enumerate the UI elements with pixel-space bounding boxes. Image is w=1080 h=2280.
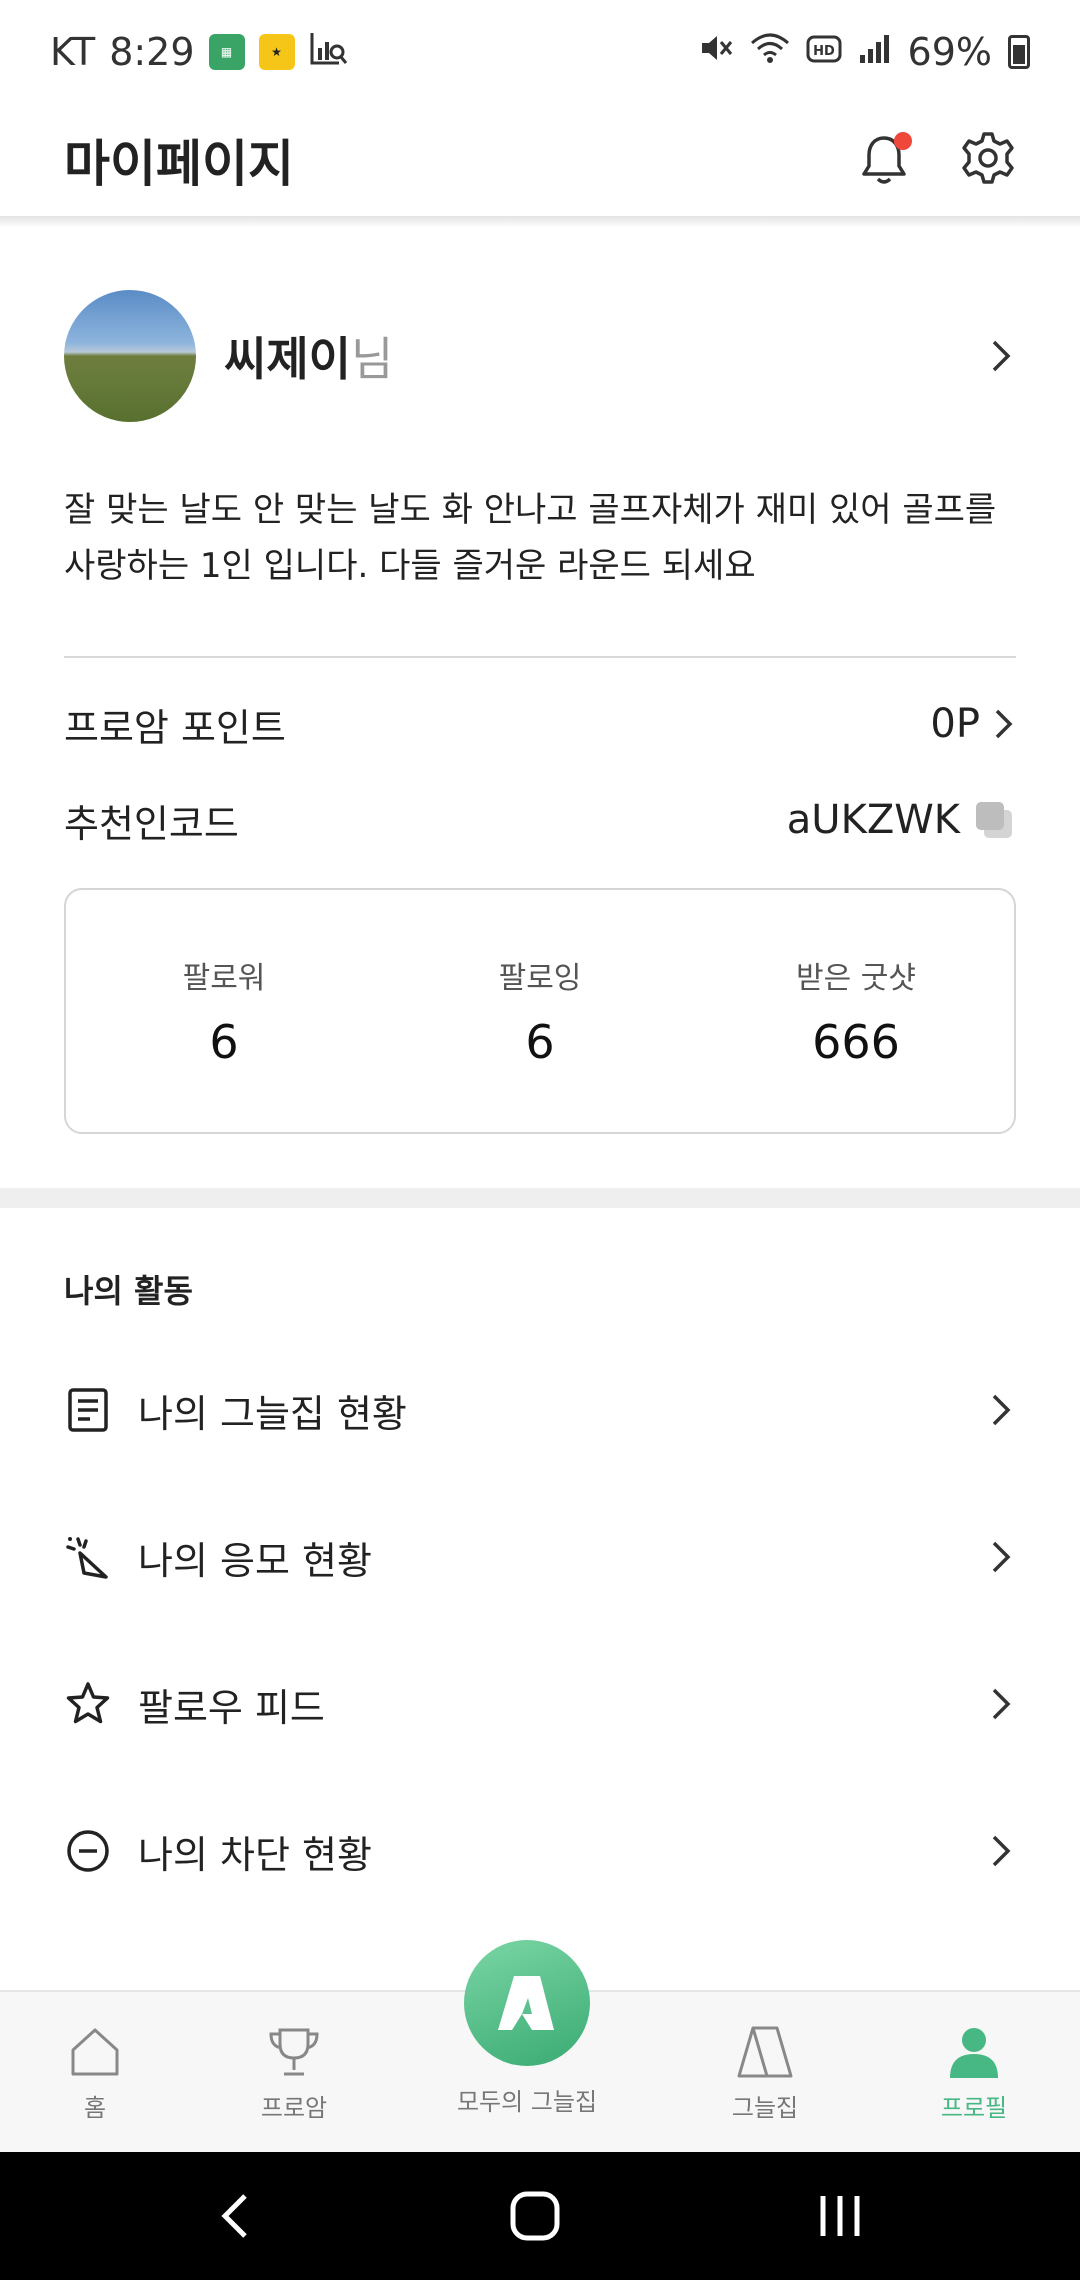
menu-item-my-blocks[interactable]: 나의 차단 현황 xyxy=(64,1801,1016,1901)
back-icon xyxy=(221,2194,247,2238)
menu-item-follow-feed[interactable]: 팔로우 피드 xyxy=(64,1654,1016,1754)
clock: 8:29 xyxy=(109,30,195,74)
home-button[interactable] xyxy=(490,2152,580,2280)
profile-bio: 잘 맞는 날도 안 맞는 날도 화 안나고 골프자체가 재미 있어 골프를 사랑… xyxy=(64,482,1024,594)
home-square-icon xyxy=(510,2191,560,2241)
stat-label: 팔로잉 xyxy=(498,961,582,996)
menu-item-label: 나의 응모 현황 xyxy=(138,1538,372,1583)
stat-label: 받은 굿샷 xyxy=(796,961,916,996)
chevron-right-icon xyxy=(992,1688,1011,1720)
points-label: 프로암 포인트 xyxy=(64,705,286,750)
nav-label: 모두의 그늘집 xyxy=(456,2088,598,2116)
mute-icon xyxy=(698,30,734,75)
center-fab-button[interactable] xyxy=(464,1940,590,2066)
app-header: 마이페이지 xyxy=(0,104,1080,216)
menu-item-my-shade-house[interactable]: 나의 그늘집 현황 xyxy=(64,1360,1016,1460)
stat-label: 팔로워 xyxy=(182,961,266,996)
referral-row: 추천인코드 aUKZWK xyxy=(64,790,1016,850)
profile-name: 씨제이 xyxy=(224,332,351,386)
app-logo-icon xyxy=(498,1976,554,2030)
header-shadow xyxy=(0,216,1080,228)
home-icon xyxy=(71,2028,119,2075)
stats-card: 팔로워 6 팔로잉 6 받은 굿샷 666 xyxy=(64,888,1016,1134)
recents-icon xyxy=(820,2196,860,2236)
menu-item-label: 나의 차단 현황 xyxy=(138,1832,372,1877)
nav-proam[interactable]: 프로암 xyxy=(234,1992,354,2154)
menu-item-label: 나의 그늘집 현황 xyxy=(138,1391,407,1436)
referral-label: 추천인코드 xyxy=(64,801,239,846)
star-icon xyxy=(66,1682,110,1724)
referral-code: aUKZWK xyxy=(786,797,960,843)
chevron-right-icon xyxy=(992,1394,1011,1426)
section-separator xyxy=(0,1188,1080,1208)
divider xyxy=(64,656,1016,658)
stat-value: 6 xyxy=(209,1015,239,1069)
carrier-label: KT xyxy=(50,30,96,74)
chevron-right-icon xyxy=(992,1835,1011,1867)
system-nav-bar xyxy=(0,2152,1080,2280)
points-row[interactable]: 프로암 포인트 0P xyxy=(64,694,1016,754)
bio-line: 잘 맞는 날도 안 맞는 날도 화 안나고 골프자체가 재미 있어 골프를 xyxy=(64,490,997,530)
menu-item-my-entries[interactable]: 나의 응모 현황 xyxy=(64,1507,1016,1607)
recents-button[interactable] xyxy=(795,2152,885,2280)
avatar[interactable] xyxy=(64,290,196,422)
party-popper-icon xyxy=(66,1537,108,1579)
block-icon xyxy=(67,1830,109,1872)
document-icon xyxy=(68,1388,108,1432)
app-notification-icon: ▦ xyxy=(208,34,245,70)
nav-shade-house[interactable]: 그늘집 xyxy=(700,1992,830,2154)
hd-voice-icon: HD xyxy=(806,30,842,74)
profile-icon xyxy=(950,2027,998,2078)
battery-icon xyxy=(1008,35,1030,69)
nav-label: 프로암 xyxy=(260,2093,328,2122)
signal-icon xyxy=(858,30,892,74)
wifi-icon xyxy=(750,30,790,74)
following-stat[interactable]: 팔로잉 6 xyxy=(382,890,698,1132)
notification-badge xyxy=(894,132,912,150)
chevron-right-icon xyxy=(992,1541,1011,1573)
nav-profile[interactable]: 프로필 xyxy=(914,1992,1034,2154)
nav-label: 프로필 xyxy=(940,2093,1008,2122)
menu-item-label: 팔로우 피드 xyxy=(138,1685,325,1730)
profile-name-suffix: 님 xyxy=(350,332,394,386)
page-title: 마이페이지 xyxy=(64,135,294,193)
svg-text:HD: HD xyxy=(813,44,835,59)
notification-button[interactable] xyxy=(856,132,912,188)
stat-value: 666 xyxy=(812,1015,900,1069)
status-bar: KT 8:29 ▦ ★ HD 69% xyxy=(0,0,1080,104)
stat-value: 6 xyxy=(525,1015,555,1069)
tent-icon xyxy=(737,2026,793,2077)
section-title: 나의 활동 xyxy=(64,1272,193,1310)
followers-stat[interactable]: 팔로워 6 xyxy=(66,890,382,1132)
gear-icon xyxy=(962,132,1014,184)
bank-notification-icon: ★ xyxy=(258,34,295,70)
back-button[interactable] xyxy=(190,2152,280,2280)
goodshot-stat[interactable]: 받은 굿샷 666 xyxy=(698,890,1014,1132)
chart-search-icon xyxy=(309,30,349,75)
copy-icon[interactable] xyxy=(972,798,1016,842)
nav-label: 그늘집 xyxy=(731,2093,799,2122)
trophy-icon xyxy=(269,2028,319,2075)
battery-percent: 69% xyxy=(907,30,992,74)
bio-line: 사랑하는 1인 입니다. 다들 즐거운 라운드 되세요 xyxy=(64,546,756,586)
nav-label: 홈 xyxy=(83,2093,107,2122)
nav-home[interactable]: 홈 xyxy=(40,1992,150,2154)
profile-row[interactable]: 씨제이님 xyxy=(64,290,1016,422)
points-value: 0P xyxy=(930,701,980,747)
chevron-right-icon xyxy=(995,709,1013,739)
chevron-right-icon xyxy=(992,340,1011,372)
settings-button[interactable] xyxy=(960,130,1016,190)
